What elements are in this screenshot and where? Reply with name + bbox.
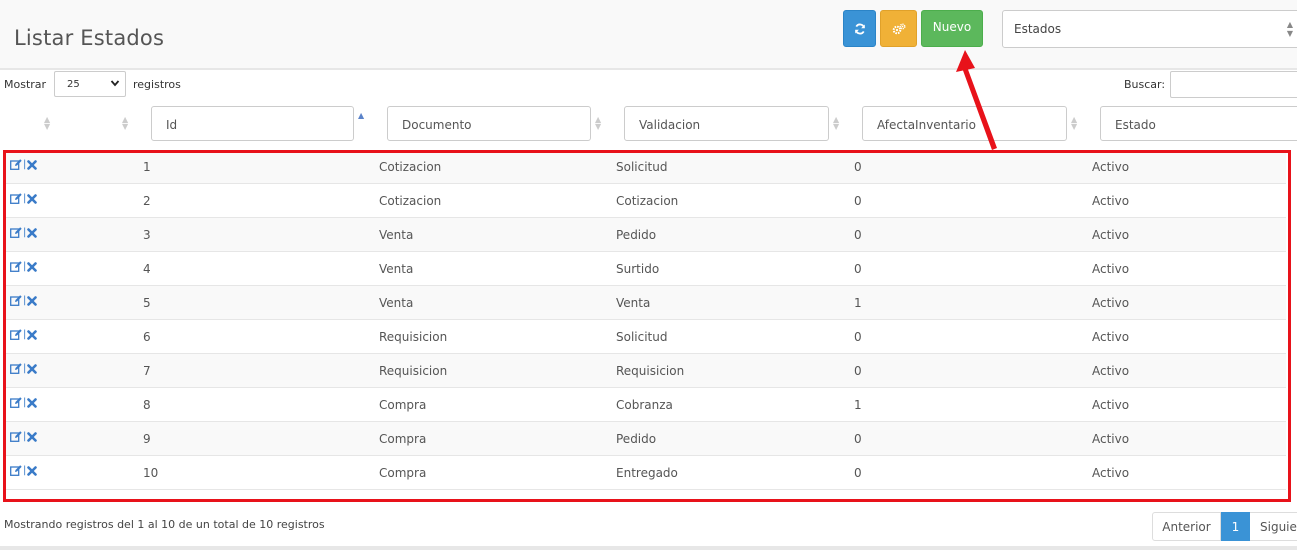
module-select[interactable]: Estados ▲ ▼	[1002, 10, 1297, 48]
highlight-box	[3, 150, 1291, 502]
new-button[interactable]: Nuevo	[921, 10, 983, 47]
filter-estado[interactable]: Estado	[1100, 106, 1297, 141]
pagination-next[interactable]: Siguiente	[1250, 512, 1297, 541]
table-controls: Mostrar 25 registros Buscar:	[0, 70, 1297, 100]
pagination: Anterior 1 Siguiente	[1152, 512, 1297, 541]
filter-documento[interactable]: Documento	[387, 106, 591, 141]
sort-afecta-inventario-icon[interactable]: ▲ ▼	[1071, 116, 1077, 131]
sort-documento-icon[interactable]: ▲ ▼	[595, 116, 601, 131]
filter-id[interactable]: Id	[151, 106, 354, 141]
page-header: Listar Estados Nuevo Estados ▲ ▼	[0, 0, 1297, 70]
show-label: Mostrar	[4, 78, 47, 91]
pagination-page-1[interactable]: 1	[1221, 512, 1250, 541]
search-label: Buscar:	[1124, 78, 1166, 91]
pagination-previous[interactable]: Anterior	[1152, 512, 1221, 541]
cogs-icon	[892, 22, 906, 34]
column-filters: ▲ ▼ ▲ ▼ Id ▲ Documento ▲ ▼ Validacion ▲ ▼ Af…	[0, 100, 1297, 148]
refresh-button[interactable]	[843, 10, 876, 47]
sort-actions-icon[interactable]: ▲ ▼	[44, 116, 50, 131]
sort-blank-icon[interactable]: ▲ ▼	[122, 116, 128, 131]
filter-validacion[interactable]: Validacion	[624, 106, 829, 141]
chevron-down-icon	[110, 78, 120, 91]
page-size-value: 25	[67, 79, 80, 90]
sort-validacion-icon[interactable]: ▲ ▼	[833, 116, 839, 131]
annotation-arrow	[956, 50, 997, 150]
sort-id-asc-icon[interactable]: ▲	[358, 112, 364, 120]
page-size-select[interactable]: 25	[54, 71, 126, 97]
refresh-icon	[854, 23, 865, 34]
records-label: registros	[133, 78, 181, 91]
table-info: Mostrando registros del 1 al 10 de un to…	[4, 518, 325, 531]
page: Listar Estados Nuevo Estados ▲▼ Mostrar	[0, 0, 1297, 550]
module-select-value: Estados	[1014, 22, 1062, 36]
page-title: Listar Estados	[14, 26, 165, 50]
bottom-bar	[0, 546, 1297, 550]
search-input[interactable]	[1170, 71, 1297, 98]
config-button[interactable]	[880, 10, 917, 47]
select-arrows-icon: ▲ ▼	[1286, 20, 1293, 38]
